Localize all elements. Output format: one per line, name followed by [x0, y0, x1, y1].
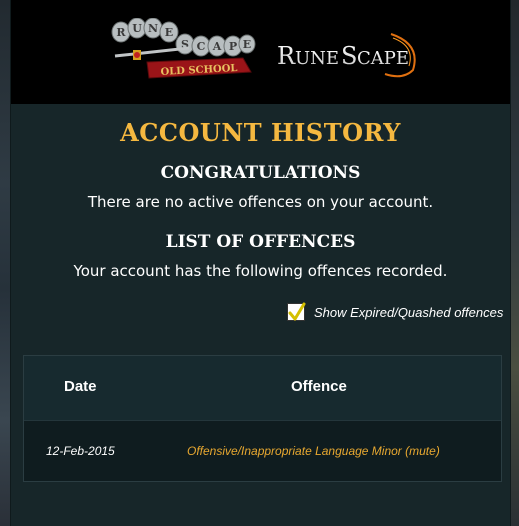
svg-text:C: C	[197, 40, 206, 53]
list-of-offences-heading: LIST OF OFFENCES	[165, 232, 356, 252]
background-left-edge	[0, 0, 10, 526]
offences-recorded-text: Your account has the following offences …	[73, 262, 448, 280]
svg-text:P: P	[229, 40, 237, 53]
column-header-offence: Offence	[291, 378, 347, 395]
show-expired-label: Show Expired/Quashed offences	[314, 304, 504, 320]
offence-date: 12-Feb-2015	[46, 444, 115, 458]
page-title: ACCOUNT HISTORY	[120, 118, 401, 147]
svg-text:R: R	[116, 26, 126, 39]
offences-table: Date Offence 12-Feb-2015 Offensive/Inapp…	[23, 355, 502, 482]
osrs-logo: RUNE SCAPE OLD SCHOOL	[111, 18, 256, 79]
account-history-panel: RUNE SCAPE OLD SCHOOL R UNE S CAPE ACCOU…	[10, 0, 511, 526]
svg-text:U: U	[132, 22, 142, 35]
svg-text:E: E	[243, 38, 251, 51]
svg-text:UNE: UNE	[295, 48, 339, 69]
svg-text:N: N	[148, 22, 158, 35]
svg-text:R: R	[277, 42, 296, 70]
column-header-date: Date	[64, 378, 97, 395]
svg-text:E: E	[165, 26, 173, 39]
congratulations-heading: CONGRATULATIONS	[160, 163, 361, 183]
background-right-edge	[511, 0, 519, 526]
no-active-offences-text: There are no active offences on your acc…	[87, 193, 434, 211]
svg-text:S: S	[341, 42, 357, 70]
show-expired-toggle[interactable]: Show Expired/Quashed offences	[287, 301, 503, 323]
svg-text:A: A	[212, 40, 222, 53]
table-header: Date Offence	[24, 356, 501, 421]
header-banner: RUNE SCAPE OLD SCHOOL R UNE S CAPE	[11, 0, 510, 104]
checkmark-icon	[288, 302, 306, 321]
offence-description: Offensive/Inappropriate Language Minor (…	[187, 444, 440, 458]
table-row: 12-Feb-2015 Offensive/Inappropriate Lang…	[24, 421, 501, 481]
show-expired-checkbox[interactable]	[287, 302, 306, 321]
svg-text:CAPE: CAPE	[357, 48, 409, 69]
runescape-logo: R UNE S CAPE	[277, 33, 416, 78]
